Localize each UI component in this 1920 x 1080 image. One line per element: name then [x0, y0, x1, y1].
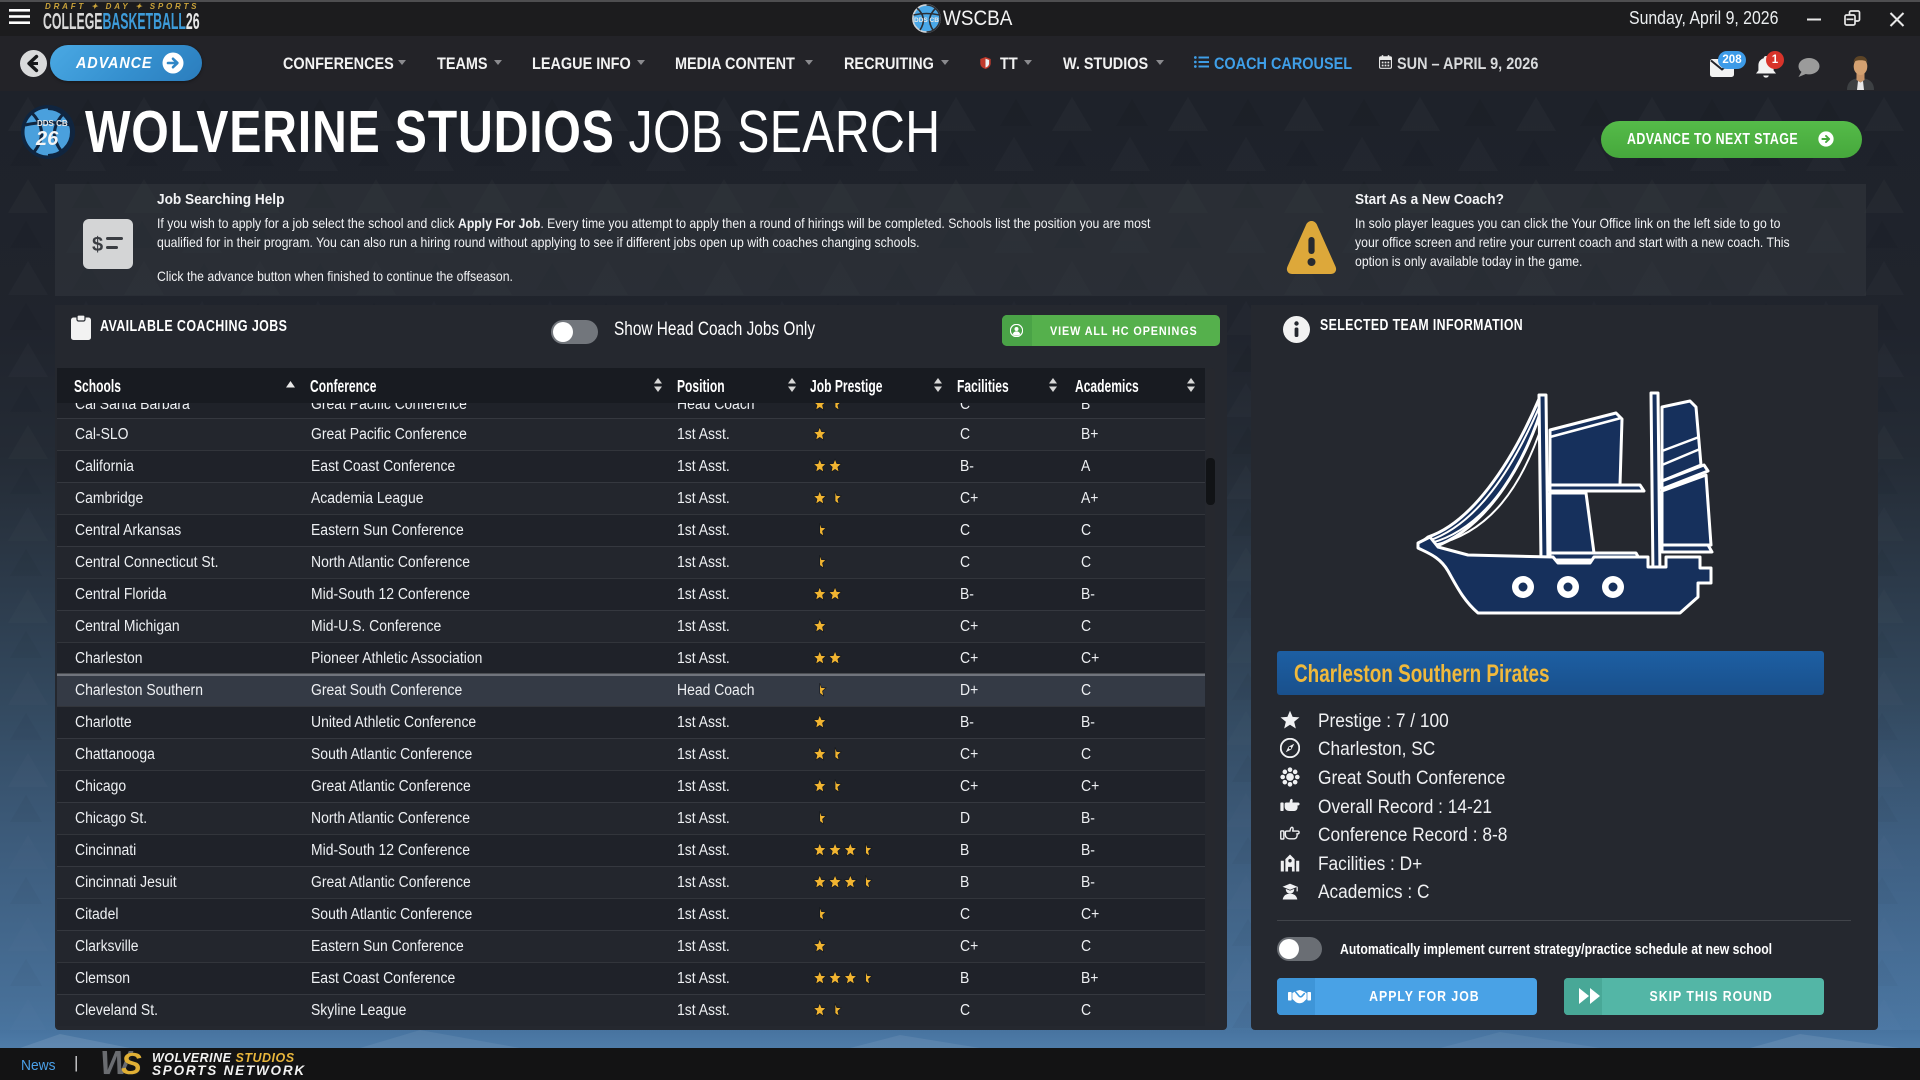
svg-text:26: 26	[35, 128, 59, 150]
svg-text:DDS CB: DDS CB	[37, 119, 68, 128]
svg-text:DDS CB: DDS CB	[914, 17, 939, 24]
svg-text:$: $	[92, 234, 103, 255]
